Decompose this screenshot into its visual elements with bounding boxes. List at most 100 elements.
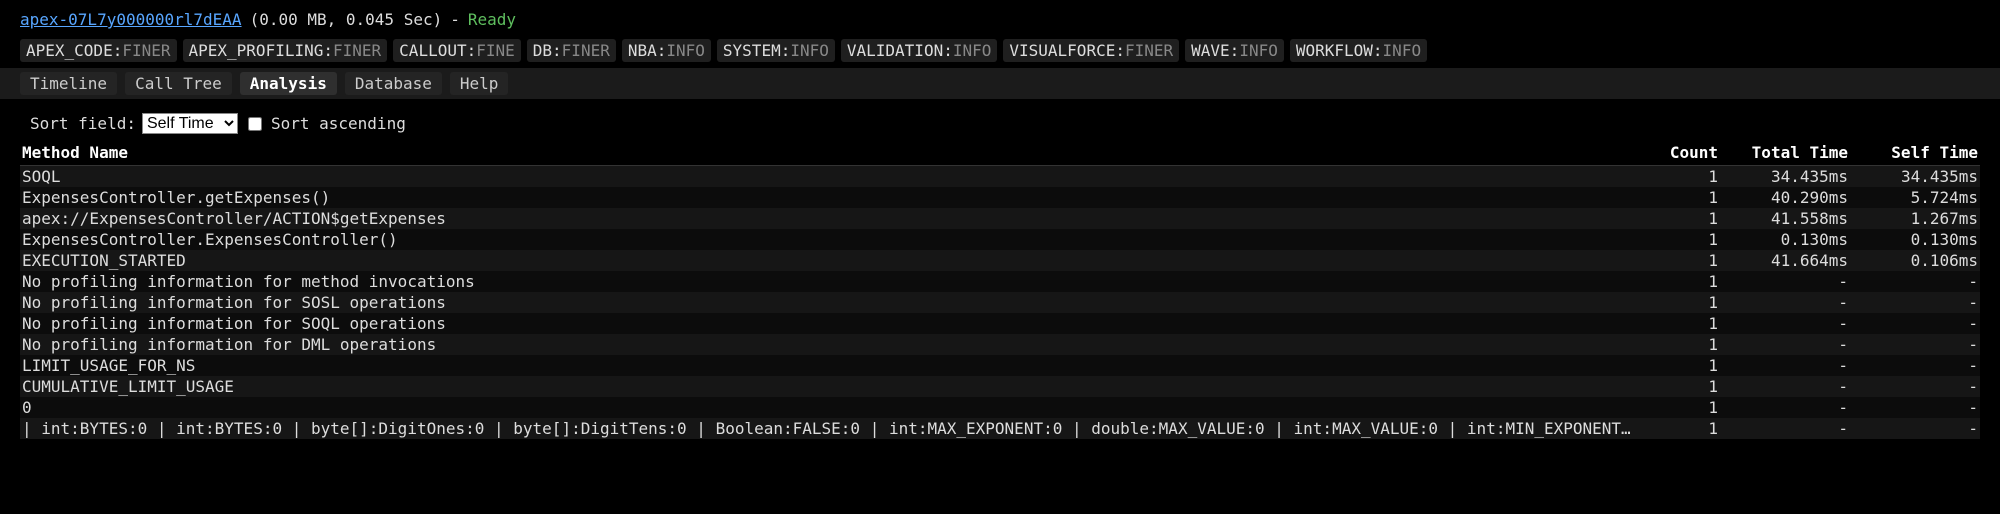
analysis-table-wrap: Method Name Count Total Time Self Time S… bbox=[0, 142, 2000, 439]
tabbar: Timeline Call Tree Analysis Database Help bbox=[0, 68, 2000, 99]
cell-total-time: - bbox=[1720, 376, 1850, 397]
col-count[interactable]: Count bbox=[1640, 142, 1720, 166]
col-total-time[interactable]: Total Time bbox=[1720, 142, 1850, 166]
col-self-time[interactable]: Self Time bbox=[1850, 142, 1980, 166]
cell-total-time: - bbox=[1720, 334, 1850, 355]
cell-method-name: ExpensesController.getExpenses() bbox=[20, 187, 1640, 208]
cell-self-time: - bbox=[1850, 355, 1980, 376]
cell-count: 1 bbox=[1640, 250, 1720, 271]
table-row[interactable]: | int:BYTES:0 | int:BYTES:0 | byte[]:Dig… bbox=[20, 418, 1980, 439]
log-level-key: VALIDATION: bbox=[847, 41, 953, 60]
cell-self-time: 5.724ms bbox=[1850, 187, 1980, 208]
log-level-chip: NBA:INFO bbox=[622, 39, 711, 62]
log-level-key: VISUALFORCE: bbox=[1009, 41, 1125, 60]
cell-count: 1 bbox=[1640, 376, 1720, 397]
cell-total-time: - bbox=[1720, 271, 1850, 292]
sort-ascending-checkbox[interactable] bbox=[248, 117, 262, 131]
log-level-value: INFO bbox=[666, 41, 705, 60]
tab-database[interactable]: Database bbox=[345, 72, 442, 95]
table-row[interactable]: apex://ExpensesController/ACTION$getExpe… bbox=[20, 208, 1980, 229]
log-level-chip: SYSTEM:INFO bbox=[717, 39, 835, 62]
cell-method-name: No profiling information for DML operati… bbox=[20, 334, 1640, 355]
log-level-value: FINE bbox=[476, 41, 515, 60]
log-level-key: APEX_PROFILING: bbox=[189, 41, 334, 60]
status-ready: Ready bbox=[468, 10, 516, 29]
table-row[interactable]: No profiling information for SOSL operat… bbox=[20, 292, 1980, 313]
cell-count: 1 bbox=[1640, 166, 1720, 188]
cell-total-time: 41.558ms bbox=[1720, 208, 1850, 229]
cell-count: 1 bbox=[1640, 187, 1720, 208]
tab-call-tree[interactable]: Call Tree bbox=[125, 72, 232, 95]
cell-method-name: No profiling information for method invo… bbox=[20, 271, 1640, 292]
log-level-value: INFO bbox=[790, 41, 829, 60]
cell-count: 1 bbox=[1640, 271, 1720, 292]
log-level-key: CALLOUT: bbox=[399, 41, 476, 60]
cell-total-time: - bbox=[1720, 418, 1850, 439]
cell-method-name: | int:BYTES:0 | int:BYTES:0 | byte[]:Dig… bbox=[20, 418, 1640, 439]
col-method-name[interactable]: Method Name bbox=[20, 142, 1640, 166]
tab-help[interactable]: Help bbox=[450, 72, 509, 95]
log-level-chip: APEX_PROFILING:FINER bbox=[183, 39, 388, 62]
cell-self-time: - bbox=[1850, 334, 1980, 355]
cell-count: 1 bbox=[1640, 229, 1720, 250]
cell-self-time: - bbox=[1850, 418, 1980, 439]
log-level-chip: CALLOUT:FINE bbox=[393, 39, 521, 62]
analysis-controls: Sort field: Self TimeTotal TimeCountName… bbox=[0, 99, 2000, 142]
cell-count: 1 bbox=[1640, 334, 1720, 355]
log-level-value: FINER bbox=[333, 41, 381, 60]
table-row[interactable]: No profiling information for SOQL operat… bbox=[20, 313, 1980, 334]
log-level-key: WAVE: bbox=[1191, 41, 1239, 60]
header-row: apex-07L7y000000rl7dEAA (0.00 MB, 0.045 … bbox=[0, 8, 2000, 35]
sort-ascending-label: Sort ascending bbox=[271, 114, 406, 133]
cell-method-name: CUMULATIVE_LIMIT_USAGE bbox=[20, 376, 1640, 397]
cell-method-name: LIMIT_USAGE_FOR_NS bbox=[20, 355, 1640, 376]
cell-total-time: - bbox=[1720, 313, 1850, 334]
log-level-value: FINER bbox=[1125, 41, 1173, 60]
table-row[interactable]: 01-- bbox=[20, 397, 1980, 418]
log-level-chip: VISUALFORCE:FINER bbox=[1003, 39, 1179, 62]
cell-self-time: 34.435ms bbox=[1850, 166, 1980, 188]
log-size-time: (0.00 MB, 0.045 Sec) bbox=[250, 10, 443, 29]
table-row[interactable]: SOQL134.435ms34.435ms bbox=[20, 166, 1980, 188]
log-level-key: NBA: bbox=[628, 41, 667, 60]
log-level-value: FINER bbox=[122, 41, 170, 60]
table-row[interactable]: ExpensesController.getExpenses()140.290m… bbox=[20, 187, 1980, 208]
cell-method-name: No profiling information for SOQL operat… bbox=[20, 313, 1640, 334]
log-level-key: WORKFLOW: bbox=[1296, 41, 1383, 60]
dash: - bbox=[450, 10, 460, 29]
cell-method-name: 0 bbox=[20, 397, 1640, 418]
cell-total-time: 41.664ms bbox=[1720, 250, 1850, 271]
cell-total-time: 34.435ms bbox=[1720, 166, 1850, 188]
cell-method-name: No profiling information for SOSL operat… bbox=[20, 292, 1640, 313]
log-level-key: DB: bbox=[533, 41, 562, 60]
cell-self-time: 0.130ms bbox=[1850, 229, 1980, 250]
cell-self-time: - bbox=[1850, 292, 1980, 313]
tab-timeline[interactable]: Timeline bbox=[20, 72, 117, 95]
log-file-link[interactable]: apex-07L7y000000rl7dEAA bbox=[20, 10, 242, 29]
analysis-table: Method Name Count Total Time Self Time S… bbox=[20, 142, 1980, 439]
cell-method-name: ExpensesController.ExpensesController() bbox=[20, 229, 1640, 250]
table-row[interactable]: ExpensesController.ExpensesController()1… bbox=[20, 229, 1980, 250]
cell-count: 1 bbox=[1640, 208, 1720, 229]
log-level-value: INFO bbox=[1383, 41, 1422, 60]
sort-field-select[interactable]: Self TimeTotal TimeCountName bbox=[142, 113, 238, 134]
table-row[interactable]: No profiling information for DML operati… bbox=[20, 334, 1980, 355]
cell-method-name: EXECUTION_STARTED bbox=[20, 250, 1640, 271]
cell-count: 1 bbox=[1640, 355, 1720, 376]
cell-total-time: 0.130ms bbox=[1720, 229, 1850, 250]
log-level-key: APEX_CODE: bbox=[26, 41, 122, 60]
cell-total-time: - bbox=[1720, 355, 1850, 376]
cell-total-time: 40.290ms bbox=[1720, 187, 1850, 208]
table-row[interactable]: LIMIT_USAGE_FOR_NS1-- bbox=[20, 355, 1980, 376]
cell-self-time: 1.267ms bbox=[1850, 208, 1980, 229]
table-row[interactable]: EXECUTION_STARTED141.664ms0.106ms bbox=[20, 250, 1980, 271]
table-row[interactable]: No profiling information for method invo… bbox=[20, 271, 1980, 292]
log-level-chip: VALIDATION:INFO bbox=[841, 39, 998, 62]
log-level-chip: DB:FINER bbox=[527, 39, 616, 62]
log-level-value: FINER bbox=[562, 41, 610, 60]
log-level-value: INFO bbox=[1239, 41, 1278, 60]
cell-self-time: - bbox=[1850, 313, 1980, 334]
log-levels-row: APEX_CODE:FINERAPEX_PROFILING:FINERCALLO… bbox=[0, 35, 2000, 68]
tab-analysis[interactable]: Analysis bbox=[240, 72, 337, 95]
table-row[interactable]: CUMULATIVE_LIMIT_USAGE1-- bbox=[20, 376, 1980, 397]
